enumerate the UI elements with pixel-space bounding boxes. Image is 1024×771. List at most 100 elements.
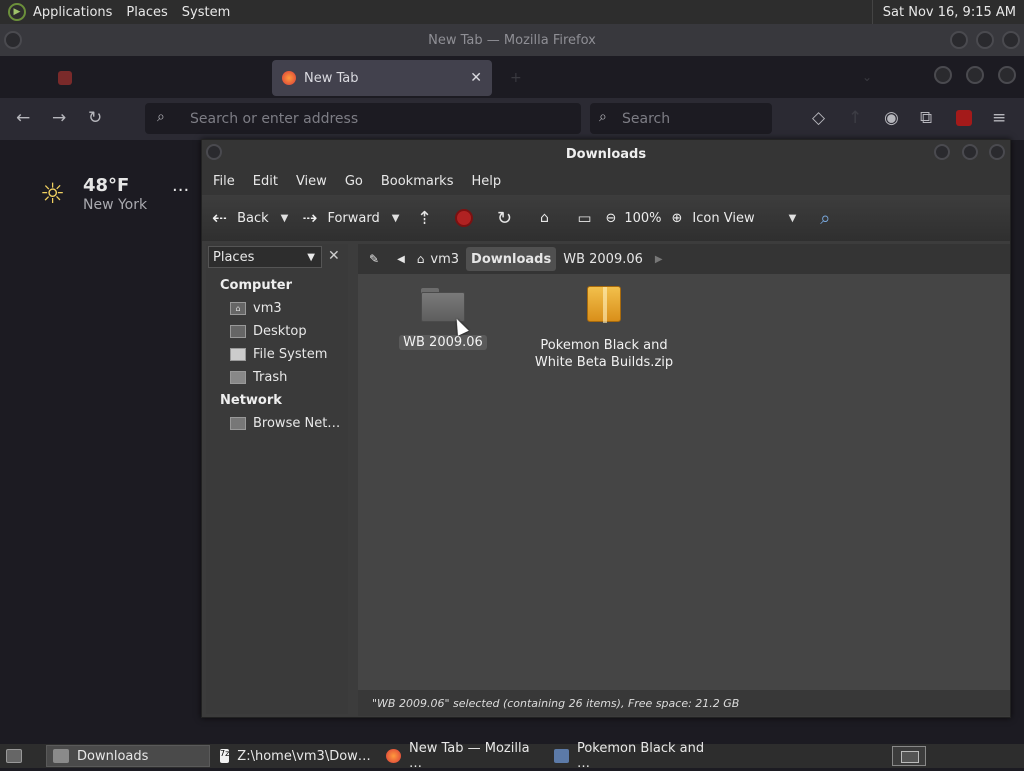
tab-list-icon[interactable]: ⌄ bbox=[862, 70, 872, 84]
back-arrow-icon[interactable]: ← bbox=[16, 108, 30, 128]
place-vm3[interactable]: ⌂ vm3 bbox=[230, 301, 282, 316]
close-pane-icon[interactable]: ✕ bbox=[328, 248, 340, 264]
chevron-down-icon[interactable]: ▼ bbox=[392, 213, 400, 224]
clock[interactable]: Sat Nov 16, 9:15 AM bbox=[871, 0, 1024, 24]
url-input[interactable]: ⌕ Search or enter address bbox=[145, 103, 581, 134]
extensions-icon[interactable]: ⧉ bbox=[920, 108, 932, 128]
path-label: vm3 bbox=[430, 251, 460, 267]
workspace-switcher[interactable] bbox=[892, 746, 926, 766]
ublock-icon[interactable] bbox=[956, 110, 972, 126]
status-bar: "WB 2009.06" selected (containing 26 ite… bbox=[358, 690, 1010, 716]
computer-icon[interactable]: ▭ bbox=[573, 207, 595, 229]
ff-maximize-icon[interactable] bbox=[966, 66, 984, 84]
ff-minimize-icon[interactable] bbox=[934, 66, 952, 84]
menu-bookmarks[interactable]: Bookmarks bbox=[372, 174, 463, 189]
place-trash[interactable]: Trash bbox=[230, 370, 287, 385]
folder-item[interactable]: WB 2009.06 bbox=[398, 288, 488, 351]
new-tab-plus-icon[interactable]: + bbox=[510, 70, 522, 86]
close-icon[interactable] bbox=[1002, 31, 1020, 49]
file-manager-titlebar[interactable]: Downloads bbox=[202, 140, 1010, 168]
account-icon[interactable]: ◉ bbox=[884, 108, 899, 128]
search-input[interactable]: ⌕ Search bbox=[590, 103, 772, 134]
tab-background[interactable] bbox=[48, 60, 264, 96]
taskbar-label: Pokemon Black and … bbox=[576, 741, 705, 771]
place-browse-network[interactable]: Browse Net… bbox=[230, 416, 340, 431]
close-icon[interactable] bbox=[989, 144, 1005, 160]
place-label: Browse Net… bbox=[253, 416, 341, 431]
tab-new-tab[interactable]: New Tab ✕ bbox=[272, 60, 492, 96]
show-desktop-button[interactable] bbox=[0, 745, 36, 767]
back-button[interactable]: ⇠ Back ▼ bbox=[212, 208, 288, 229]
reload-icon[interactable]: ↻ bbox=[493, 207, 515, 229]
network-icon bbox=[230, 417, 246, 430]
taskbar-item-7zip[interactable]: 7z Z:\home\vm3\Dow… bbox=[214, 745, 376, 767]
home-folder-icon[interactable]: ⌂ bbox=[533, 207, 555, 229]
menu-places[interactable]: Places bbox=[119, 5, 174, 20]
firefox-window-title: New Tab — Mozilla Firefox bbox=[428, 32, 596, 48]
window-menu-icon[interactable] bbox=[206, 144, 222, 160]
folder-name: WB 2009.06 bbox=[399, 335, 487, 350]
path-vm3[interactable]: ⌂ vm3 bbox=[412, 247, 464, 271]
location-edit-icon[interactable]: ✎ bbox=[364, 247, 384, 271]
menu-file[interactable]: File bbox=[204, 174, 244, 189]
tab-close-icon[interactable]: ✕ bbox=[470, 70, 482, 86]
path-scroll-left-icon[interactable]: ◀ bbox=[392, 247, 410, 271]
search-icon[interactable]: ⌕ bbox=[814, 207, 836, 229]
maximize-icon[interactable] bbox=[976, 31, 994, 49]
view-mode-select[interactable]: Icon View ▼ bbox=[692, 211, 796, 226]
taskbar-label: New Tab — Mozilla … bbox=[408, 741, 530, 771]
zoom-in-icon[interactable]: ⊕ bbox=[672, 211, 683, 226]
reload-icon[interactable]: ↻ bbox=[88, 108, 102, 128]
tab-label: New Tab bbox=[304, 70, 359, 86]
drive-icon bbox=[230, 348, 246, 361]
firefox-icon bbox=[386, 749, 401, 763]
pocket-icon[interactable]: ◇ bbox=[812, 108, 825, 128]
zoom-level[interactable]: 100% bbox=[624, 211, 661, 226]
chevron-down-icon: ▼ bbox=[307, 251, 315, 263]
weather-city[interactable]: New York bbox=[83, 197, 147, 213]
minimize-icon[interactable] bbox=[934, 144, 950, 160]
file-icon-view[interactable]: WB 2009.06 Pokemon Black and White Beta … bbox=[358, 274, 1010, 690]
firefox-titlebar[interactable]: New Tab — Mozilla Firefox bbox=[0, 24, 1024, 56]
path-downloads[interactable]: Downloads bbox=[466, 247, 557, 271]
hamburger-menu-icon[interactable]: ≡ bbox=[992, 108, 1006, 128]
path-scroll-right-icon[interactable]: ▶ bbox=[650, 247, 668, 271]
menu-view[interactable]: View bbox=[287, 174, 336, 189]
taskbar-label: Downloads bbox=[77, 748, 149, 764]
file-manager-window: Downloads File Edit View Go Bookmarks He… bbox=[201, 139, 1011, 718]
chevron-down-icon[interactable]: ▼ bbox=[281, 213, 289, 224]
menu-system[interactable]: System bbox=[175, 5, 237, 20]
weather-temperature[interactable]: 48°F bbox=[83, 175, 129, 196]
gnome-foot-icon[interactable]: ▶ bbox=[8, 3, 26, 21]
menu-applications[interactable]: Applications bbox=[26, 5, 119, 20]
side-pane: Places ▼ ✕ Computer ⌂ vm3 Desktop File Sy… bbox=[206, 244, 348, 714]
taskbar-item-downloads[interactable]: Downloads bbox=[46, 745, 210, 767]
menu-edit[interactable]: Edit bbox=[244, 174, 287, 189]
forward-arrow-icon[interactable]: → bbox=[52, 108, 66, 128]
place-label: Desktop bbox=[253, 324, 307, 339]
sync-icon[interactable]: ↑ bbox=[848, 108, 862, 128]
ff-close-icon[interactable] bbox=[998, 66, 1016, 84]
stop-button[interactable] bbox=[453, 207, 475, 229]
home-folder-icon: ⌂ bbox=[230, 302, 246, 315]
taskbar-item-archive-manager[interactable]: Pokemon Black and … bbox=[548, 741, 718, 771]
up-arrow-icon[interactable]: ⇡ bbox=[413, 207, 435, 229]
maximize-icon[interactable] bbox=[962, 144, 978, 160]
forward-button[interactable]: ⇢ Forward ▼ bbox=[302, 208, 399, 229]
window-menu-icon[interactable] bbox=[4, 31, 22, 49]
zip-file-item[interactable]: Pokemon Black and White Beta Builds.zip bbox=[534, 286, 674, 371]
side-pane-select[interactable]: Places ▼ bbox=[208, 246, 322, 268]
menu-help[interactable]: Help bbox=[462, 174, 510, 189]
path-wb-2009-06[interactable]: WB 2009.06 bbox=[558, 247, 648, 271]
minimize-icon[interactable] bbox=[950, 31, 968, 49]
weather-more-icon[interactable]: ··· bbox=[172, 180, 189, 201]
chevron-down-icon[interactable]: ▼ bbox=[789, 213, 797, 224]
menu-go[interactable]: Go bbox=[336, 174, 372, 189]
side-pane-select-label: Places bbox=[213, 249, 255, 265]
taskbar-item-firefox[interactable]: New Tab — Mozilla … bbox=[380, 741, 544, 771]
place-desktop[interactable]: Desktop bbox=[230, 324, 307, 339]
search-placeholder: Search bbox=[622, 110, 671, 127]
forward-label: Forward bbox=[327, 210, 380, 226]
zoom-out-icon[interactable]: ⊖ bbox=[605, 211, 616, 226]
place-file-system[interactable]: File System bbox=[230, 347, 327, 362]
